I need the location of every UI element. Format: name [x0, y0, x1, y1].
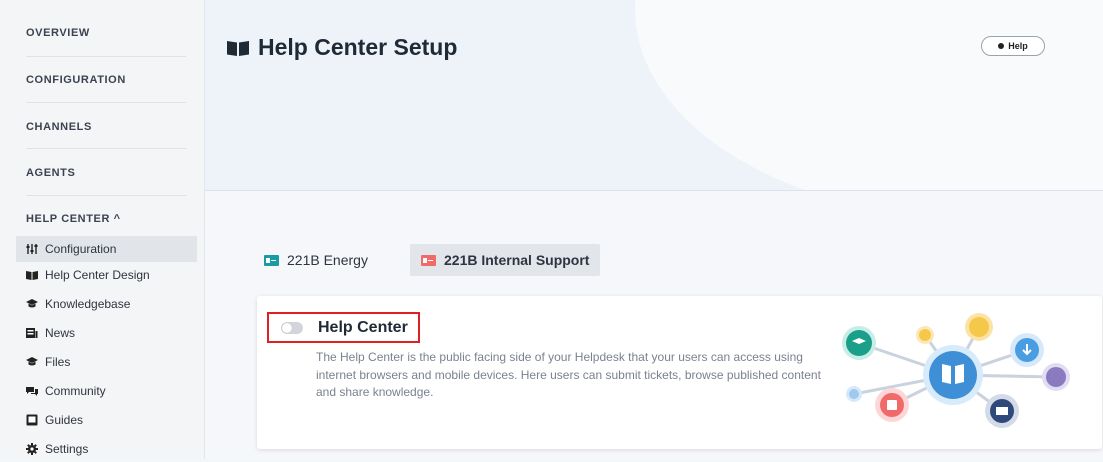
header-decoration — [635, 0, 1103, 190]
brand-tab-221b-energy[interactable]: 221B Energy — [264, 244, 368, 276]
help-center-toggle[interactable] — [281, 321, 303, 334]
page-title-text: Help Center Setup — [258, 34, 458, 60]
help-button[interactable]: Help — [981, 36, 1045, 56]
sidebar-section-agents[interactable]: AGENTS — [26, 167, 75, 179]
sidebar-item-help-center-design[interactable]: Help Center Design — [16, 262, 197, 288]
brand-tab-label: 221B Internal Support — [444, 252, 590, 268]
sidebar-item-label: Files — [45, 355, 71, 369]
brand-logo-icon — [264, 254, 279, 266]
sidebar-item-news[interactable]: News — [16, 320, 197, 346]
help-dot-icon — [998, 43, 1005, 49]
toggle-knob — [282, 322, 292, 333]
sidebar-item-knowledgebase[interactable]: Knowledgebase — [16, 291, 197, 317]
sidebar-divider — [26, 56, 186, 57]
sliders-icon — [26, 243, 38, 255]
page-title: Help Center Setup — [227, 34, 457, 61]
help-center-description: The Help Center is the public facing sid… — [316, 350, 821, 399]
help-button-label: Help — [1008, 41, 1028, 51]
sidebar-divider — [26, 148, 186, 149]
book-icon — [227, 40, 249, 56]
graduation-cap-icon — [26, 298, 38, 310]
sidebar-item-label: Help Center Design — [45, 268, 150, 282]
sidebar-item-label: Guides — [45, 413, 84, 427]
sidebar-item-configuration[interactable]: Configuration — [16, 236, 197, 262]
sidebar-divider — [26, 195, 186, 196]
page-header: Help Center Setup Help — [205, 0, 1103, 191]
help-center-illustration — [842, 313, 1070, 428]
sidebar-section-channels[interactable]: CHANNELS — [26, 121, 92, 133]
sidebar-item-label: Knowledgebase — [45, 297, 131, 311]
sidebar-item-files[interactable]: Files — [16, 349, 197, 375]
book-icon — [26, 269, 38, 281]
sidebar-section-help-center[interactable]: HELP CENTER ^ — [26, 213, 121, 225]
help-center-toggle-label: Help Center — [318, 318, 408, 336]
sidebar-item-label: Configuration — [45, 242, 117, 256]
chat-icon — [26, 385, 38, 397]
sidebar-item-label: News — [45, 326, 76, 340]
help-center-toggle-row[interactable]: Help Center — [267, 312, 420, 343]
sidebar-item-community[interactable]: Community — [16, 378, 197, 404]
sidebar-item-label: Community — [45, 384, 106, 398]
news-icon — [26, 327, 38, 339]
sidebar: OVERVIEW CONFIGURATION CHANNELS AGENTS H… — [0, 0, 205, 459]
main-content: Help Center Setup Help 221B Energy 221B … — [205, 0, 1103, 459]
files-icon — [26, 356, 38, 368]
sidebar-item-label: Settings — [45, 442, 89, 456]
guide-icon — [26, 414, 38, 426]
sidebar-divider — [26, 102, 186, 103]
brand-logo-icon — [421, 254, 436, 266]
brand-tab-221b-internal-support[interactable]: 221B Internal Support — [410, 244, 601, 276]
brand-tab-label: 221B Energy — [287, 252, 368, 268]
help-center-card: Help Center The Help Center is the publi… — [257, 296, 1102, 449]
sidebar-item-guides[interactable]: Guides — [16, 407, 197, 433]
sidebar-section-configuration[interactable]: CONFIGURATION — [26, 74, 126, 86]
sidebar-section-overview[interactable]: OVERVIEW — [26, 27, 90, 39]
gear-icon — [26, 443, 38, 455]
sidebar-item-settings[interactable]: Settings — [16, 436, 197, 462]
